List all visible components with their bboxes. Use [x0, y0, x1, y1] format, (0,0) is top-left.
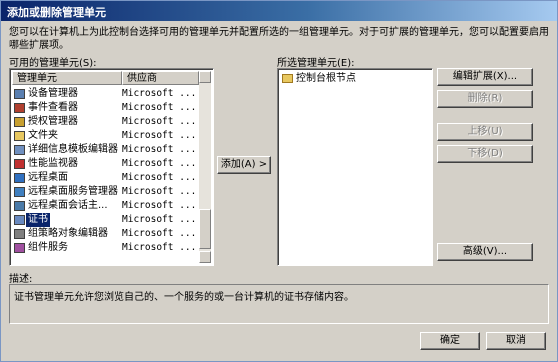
snapin-vendor: Microsoft ... — [122, 186, 197, 197]
snapin-row[interactable]: 组策略对象编辑器 Microsoft ... — [12, 227, 199, 241]
selected-snapin-item[interactable]: 控制台根节点 — [280, 72, 430, 86]
snapin-name: 远程桌面 — [28, 172, 68, 183]
snapin-row[interactable]: 性能监视器 Microsoft ... — [12, 157, 199, 171]
snapin-vendor: Microsoft ... — [122, 144, 197, 155]
folder-icon — [14, 131, 25, 141]
snapin-name: 性能监视器 — [28, 158, 78, 169]
remote-desktop-session-icon — [14, 201, 25, 211]
description-box: 证书管理单元允许您浏览自己的、一个服务的或一台计算机的证书存储内容。 — [9, 284, 549, 324]
snapin-name: 授权管理器 — [28, 116, 78, 127]
snapin-name: 远程桌面会话主... — [28, 200, 108, 211]
scrollbar-thumb[interactable] — [199, 209, 211, 249]
group-policy-icon — [14, 229, 25, 239]
snapin-row[interactable]: 事件查看器 Microsoft ... — [12, 101, 199, 115]
column-header-vendor[interactable]: 供应商 — [122, 71, 199, 85]
title-bar[interactable]: 添加或删除管理单元 — [1, 1, 557, 21]
snapin-vendor: Microsoft ... — [122, 214, 197, 225]
snapin-name: 设备管理器 — [28, 88, 78, 99]
scroll-down-arrow[interactable] — [199, 251, 211, 263]
scroll-up-arrow[interactable] — [199, 71, 211, 83]
remote-desktop-services-icon — [14, 187, 25, 197]
component-services-icon — [14, 243, 25, 253]
remove-button[interactable]: 删除(R) — [437, 90, 533, 108]
description-text: 证书管理单元允许您浏览自己的、一个服务的或一台计算机的证书存储内容。 — [14, 292, 354, 303]
move-up-button[interactable]: 上移(U) — [437, 123, 533, 141]
window-title: 添加或删除管理单元 — [7, 6, 106, 19]
performance-monitor-icon — [14, 159, 25, 169]
selected-snapins-list[interactable]: 控制台根节点 — [277, 68, 433, 266]
event-viewer-icon — [14, 103, 25, 113]
snapin-row[interactable]: 证书 Microsoft ... — [12, 213, 199, 227]
snapin-name: 事件查看器 — [28, 102, 78, 113]
selected-snapin-name: 控制台根节点 — [296, 73, 356, 84]
snapin-row[interactable]: 组件服务 Microsoft ... — [12, 241, 199, 255]
snapin-vendor: Microsoft ... — [122, 102, 197, 113]
snapin-name: 详细信息模板编辑器 — [28, 144, 118, 155]
advanced-button[interactable]: 高级(V)... — [437, 243, 533, 261]
folder-icon — [282, 74, 293, 83]
snapin-rows: 设备管理器 Microsoft ... 事件查看器 Microsoft ... 授权管理… — [12, 87, 199, 255]
snapin-row[interactable]: 设备管理器 Microsoft ... — [12, 87, 199, 101]
device-manager-icon — [14, 89, 25, 99]
cancel-button[interactable]: 取消 — [486, 332, 546, 350]
add-remove-snapin-dialog: 添加或删除管理单元 您可以在计算机上为此控制台选择可用的管理单元并配置所选的一组… — [0, 0, 558, 362]
snapin-vendor: Microsoft ... — [122, 116, 197, 127]
snapin-vendor: Microsoft ... — [122, 200, 197, 211]
selected-snapins-label: 所选管理单元(E): — [277, 58, 355, 69]
snapin-row[interactable]: 远程桌面 Microsoft ... — [12, 171, 199, 185]
snapin-vendor: Microsoft ... — [122, 88, 197, 99]
snapin-name: 组件服务 — [28, 242, 68, 253]
snapin-name: 证书 — [26, 213, 50, 227]
snapin-vendor: Microsoft ... — [122, 130, 197, 141]
remote-desktop-icon — [14, 173, 25, 183]
snapin-row[interactable]: 文件夹 Microsoft ... — [12, 129, 199, 143]
snapin-row[interactable]: 远程桌面会话主... Microsoft ... — [12, 199, 199, 213]
template-editor-icon — [14, 145, 25, 155]
list-scrollbar[interactable] — [199, 71, 211, 263]
column-header-snapin[interactable]: 管理单元 — [12, 71, 122, 85]
move-down-button[interactable]: 下移(D) — [437, 145, 533, 163]
list-header: 管理单元 供应商 — [12, 71, 199, 87]
snapin-name: 远程桌面服务管理器 — [28, 186, 118, 197]
snapin-vendor: Microsoft ... — [122, 242, 197, 253]
intro-text: 您可以在计算机上为此控制台选择可用的管理单元并配置所选的一组管理单元。对于可扩展… — [9, 27, 549, 51]
certificate-icon — [14, 215, 25, 225]
snapin-name: 组策略对象编辑器 — [28, 228, 108, 239]
authorization-manager-icon — [14, 117, 25, 127]
snapin-vendor: Microsoft ... — [122, 228, 197, 239]
snapin-row[interactable]: 授权管理器 Microsoft ... — [12, 115, 199, 129]
edit-extensions-button[interactable]: 编辑扩展(X)... — [437, 68, 533, 86]
snapin-name: 文件夹 — [28, 130, 58, 141]
snapin-vendor: Microsoft ... — [122, 158, 197, 169]
available-snapins-list[interactable]: 管理单元 供应商 设备管理器 Microsoft ... 事件查看器 Microsof… — [9, 68, 214, 266]
snapin-vendor: Microsoft ... — [122, 172, 197, 183]
snapin-row[interactable]: 远程桌面服务管理器 Microsoft ... — [12, 185, 199, 199]
add-button[interactable]: 添加(A) > — [217, 156, 271, 174]
available-snapins-label: 可用的管理单元(S): — [9, 58, 97, 69]
ok-button[interactable]: 确定 — [420, 332, 480, 350]
description-label: 描述: — [9, 274, 33, 285]
snapin-row[interactable]: 详细信息模板编辑器 Microsoft ... — [12, 143, 199, 157]
